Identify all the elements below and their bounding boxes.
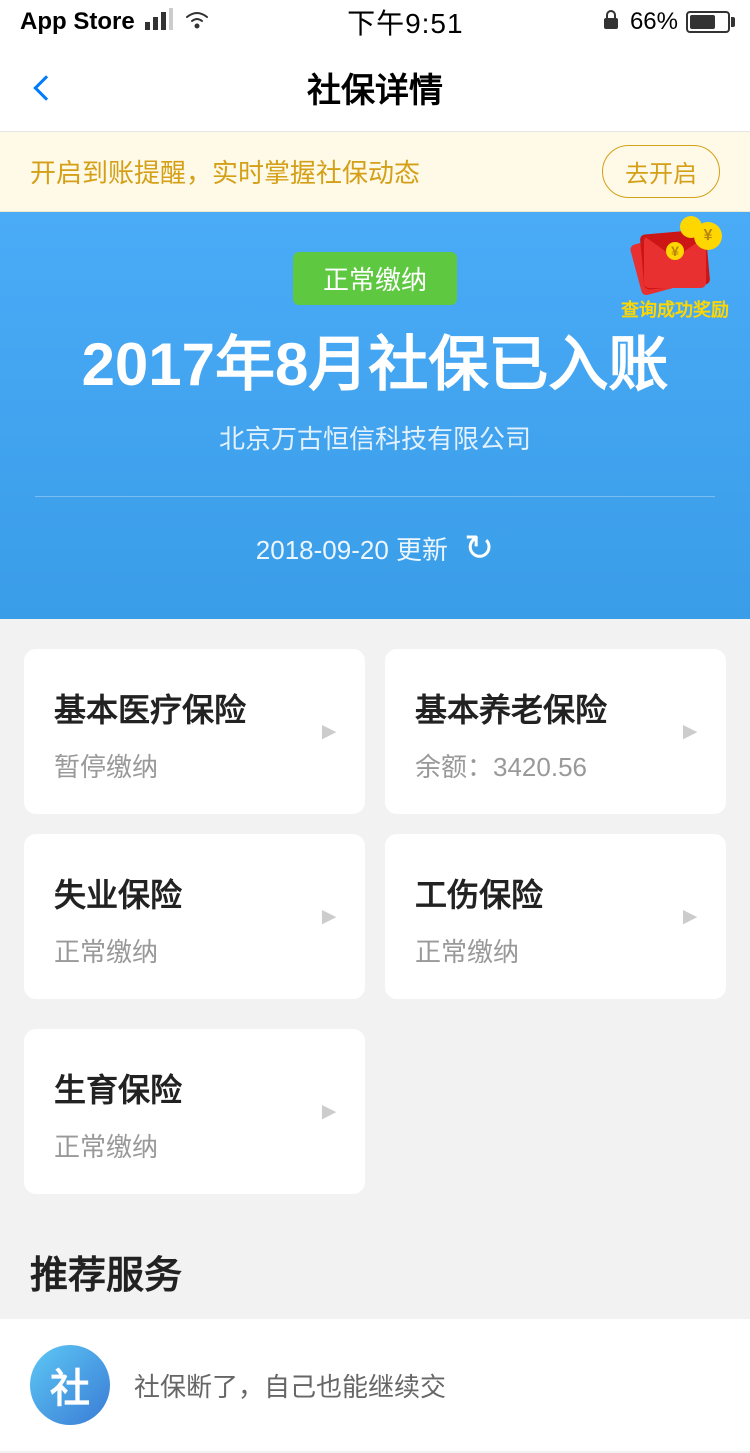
banner-text: 开启到账提醒，实时掌握社保动态 <box>30 153 420 190</box>
status-right: 66% <box>600 8 730 37</box>
insurance-status-pension: 余额：3420.56 <box>415 747 696 784</box>
main-hero-card: 正常缴纳 ¥ ¥ 查询成功奖励 2017年8月社保已入账 北京万古恒信科技有限公… <box>0 212 750 619</box>
insurance-status-medical: 暂停缴纳 <box>54 747 335 784</box>
insurance-title-maternity: 生育保险 <box>54 1065 335 1111</box>
service-description: 社保断了，自己也能继续交 <box>134 1367 446 1404</box>
insurance-status-injury: 正常缴纳 <box>415 932 696 969</box>
nav-bar: 社保详情 <box>0 44 750 132</box>
battery-percentage: 66% <box>630 8 678 36</box>
main-hero-title: 2017年8月社保已入账 <box>0 329 750 401</box>
insurance-card-medical[interactable]: 基本医疗保险 暂停缴纳 ► <box>24 649 365 814</box>
insurance-card-injury[interactable]: 工伤保险 正常缴纳 ► <box>385 834 726 999</box>
lock-icon <box>600 8 622 37</box>
back-arrow-icon <box>33 75 58 100</box>
chevron-right-icon: ► <box>678 903 702 931</box>
insurance-title-injury: 工伤保险 <box>415 870 696 916</box>
divider <box>35 496 715 497</box>
insurance-title-unemployment: 失业保险 <box>54 870 335 916</box>
wifi-icon <box>183 8 211 37</box>
back-button[interactable] <box>24 66 68 110</box>
chevron-right-icon: ► <box>317 903 341 931</box>
update-date: 2018-09-20 更新 <box>256 530 448 567</box>
service-icon: 社 <box>30 1345 110 1425</box>
insurance-title-medical: 基本医疗保险 <box>54 685 335 731</box>
insurance-title-pension: 基本养老保险 <box>415 685 696 731</box>
status-time: 下午9:51 <box>347 2 464 42</box>
chevron-right-icon: ► <box>317 1098 341 1126</box>
payment-status-badge: 正常缴纳 <box>293 252 457 305</box>
insurance-card-maternity[interactable]: 生育保险 正常缴纳 ► <box>24 1029 365 1194</box>
status-left: App Store <box>20 8 211 37</box>
insurance-grid: 基本医疗保险 暂停缴纳 ► 基本养老保险 余额：3420.56 ► 失业保险 正… <box>0 619 750 1029</box>
page-title: 社保详情 <box>307 63 443 112</box>
status-bar: App Store 下午9:51 66% <box>0 0 750 44</box>
company-name: 北京万古恒信科技有限公司 <box>0 419 750 456</box>
insurance-card-unemployment[interactable]: 失业保险 正常缴纳 ► <box>24 834 365 999</box>
insurance-status-unemployment: 正常缴纳 <box>54 932 335 969</box>
insurance-card-pension[interactable]: 基本养老保险 余额：3420.56 ► <box>385 649 726 814</box>
insurance-status-maternity: 正常缴纳 <box>54 1127 335 1164</box>
carrier-label: App Store <box>20 8 135 36</box>
update-row: 2018-09-20 更新 ↻ <box>0 527 750 569</box>
signal-icon <box>145 8 173 36</box>
battery-icon <box>686 11 730 33</box>
reward-badge[interactable]: ¥ ¥ 查询成功奖励 <box>620 232 730 322</box>
chevron-right-icon: ► <box>678 718 702 746</box>
reward-text: 查询成功奖励 <box>621 296 729 322</box>
refresh-button[interactable]: ↻ <box>464 527 494 569</box>
notification-banner: 开启到账提醒，实时掌握社保动态 去开启 <box>0 132 750 212</box>
insurance-single-row: 生育保险 正常缴纳 ► <box>0 1029 750 1214</box>
recommend-section-heading: 推荐服务 <box>0 1214 750 1319</box>
enable-reminder-button[interactable]: 去开启 <box>602 145 720 198</box>
service-item[interactable]: 社 社保断了，自己也能继续交 <box>0 1319 750 1451</box>
chevron-right-icon: ► <box>317 718 341 746</box>
